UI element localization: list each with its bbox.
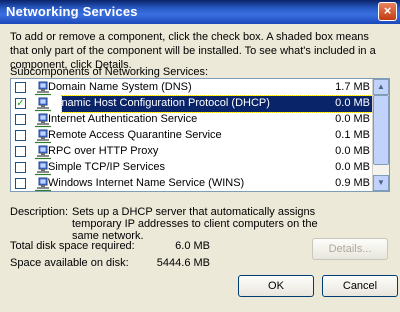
component-checkbox[interactable]: ✓ [15,98,26,109]
window-title: Networking Services [6,4,138,19]
component-row[interactable]: Remote Access Quarantine Service 0.1 MB [12,128,374,144]
component-name: Simple TCP/IP Services [48,161,165,173]
component-row[interactable]: Internet Authentication Service 0.0 MB [12,112,374,128]
component-name: Remote Access Quarantine Service [48,129,222,141]
details-button[interactable]: Details... [312,238,388,260]
component-size: 0.1 MB [335,129,370,141]
scroll-up-icon[interactable]: ▲ [373,79,389,95]
disk-available-label: Space available on disk: [10,257,129,269]
component-checkbox[interactable] [15,82,26,93]
disk-required-label: Total disk space required: [10,240,135,252]
scroll-thumb[interactable] [373,95,389,165]
component-size: 0.0 MB [335,97,370,109]
component-size: 0.9 MB [335,177,370,189]
component-size: 1.7 MB [335,81,370,93]
component-row[interactable]: RPC over HTTP Proxy 0.0 MB [12,144,374,160]
title-bar[interactable]: Networking Services × [0,0,400,24]
component-name: Dynamic Host Configuration Protocol (DHC… [48,97,270,109]
component-name: Internet Authentication Service [48,113,198,125]
subcomponents-list[interactable]: Domain Name System (DNS) 1.7 MB ✓ Dynamic H… [10,78,390,192]
component-checkbox[interactable] [15,114,26,125]
subcomponents-label: Subcomponents of Networking Services: [10,66,209,78]
component-checkbox[interactable] [15,130,26,141]
component-size: 0.0 MB [335,145,370,157]
disk-available-value: 5444.6 MB [156,257,210,269]
component-row[interactable]: Simple TCP/IP Services 0.0 MB [12,160,374,176]
component-size: 0.0 MB [335,161,370,173]
description-text: Sets up a DHCP server that automatically… [72,206,318,242]
ok-button[interactable]: OK [238,275,314,297]
component-checkbox[interactable] [15,146,26,157]
disk-required-value: 6.0 MB [175,240,210,252]
component-checkbox[interactable] [15,162,26,173]
networking-services-dialog: Networking Services × To add or remove a… [0,0,400,312]
component-row[interactable]: ✓ Dynamic Host Configuration Protocol (DH… [12,95,375,113]
component-checkbox[interactable] [15,178,26,189]
component-size: 0.0 MB [335,113,370,125]
component-name: Windows Internet Name Service (WINS) [48,177,245,189]
component-row[interactable]: Windows Internet Name Service (WINS) 0.9 … [12,176,374,191]
component-name: RPC over HTTP Proxy [48,145,159,157]
vertical-scrollbar[interactable]: ▲ ▼ [372,79,389,191]
component-row[interactable]: Domain Name System (DNS) 1.7 MB [12,80,374,96]
close-icon[interactable]: × [378,2,397,21]
cancel-button[interactable]: Cancel [322,275,398,297]
component-name: Domain Name System (DNS) [48,81,192,93]
check-mark-icon: ✓ [16,98,25,109]
description-label: Description: [10,206,69,218]
scroll-down-icon[interactable]: ▼ [373,175,389,191]
